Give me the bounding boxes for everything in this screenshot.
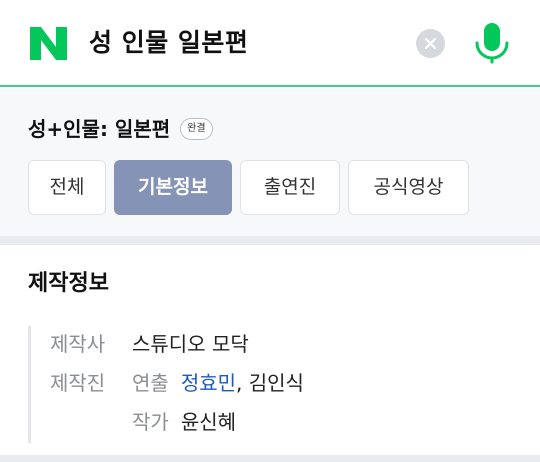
show-title[interactable]: 성+인물: 일본편 <box>28 116 170 142</box>
writer-label: 작가 <box>132 410 169 434</box>
voice-search-button[interactable] <box>472 22 512 64</box>
staff-row-writer: 작가 윤신혜 <box>50 404 508 443</box>
microphone-icon <box>475 23 509 64</box>
director-label: 연출 <box>132 371 169 395</box>
production-info-section: 제작정보 제작사 스튜디오 모닥 제작진 연출 정효민 , 김인식 작가 윤신혜 <box>0 245 540 455</box>
tab-basic-info[interactable]: 기본정보 <box>114 160 232 215</box>
writer-value: 윤신혜 <box>180 410 237 434</box>
director-link[interactable]: 정효민 <box>181 365 236 404</box>
writer-row-spacer <box>50 404 132 443</box>
bottom-divider <box>0 455 540 462</box>
close-icon <box>424 37 437 50</box>
production-info-list: 제작사 스튜디오 모닥 제작진 연출 정효민 , 김인식 작가 윤신혜 <box>28 326 508 443</box>
tab-all[interactable]: 전체 <box>28 160 106 215</box>
studio-row: 제작사 스튜디오 모닥 <box>50 326 508 365</box>
section-divider <box>0 236 540 245</box>
search-bar: 성 인물 일본편 <box>0 0 540 87</box>
tab-cast[interactable]: 출연진 <box>240 160 340 215</box>
director-entry: 연출 정효민 , 김인식 <box>132 365 304 404</box>
naver-logo-icon[interactable] <box>30 27 67 60</box>
tab-official-video[interactable]: 공식영상 <box>348 160 469 215</box>
tab-bar: 전체 기본정보 출연진 공식영상 <box>28 160 469 215</box>
staff-label: 제작진 <box>50 371 106 395</box>
writer-entry: 작가 윤신혜 <box>132 404 236 443</box>
studio-label: 제작사 <box>50 332 106 356</box>
clear-search-button[interactable] <box>416 29 445 58</box>
staff-row-director: 제작진 연출 정효민 , 김인식 <box>50 365 508 404</box>
director-other: 김인식 <box>242 371 304 395</box>
show-header-panel: 성+인물: 일본편 완결 전체 기본정보 출연진 공식영상 <box>0 89 540 236</box>
status-badge: 완결 <box>180 118 213 140</box>
title-row: 성+인물: 일본편 완결 <box>28 116 213 142</box>
studio-value: 스튜디오 모닥 <box>132 332 249 356</box>
section-title: 제작정보 <box>28 271 109 296</box>
search-input[interactable]: 성 인물 일본편 <box>89 24 248 62</box>
